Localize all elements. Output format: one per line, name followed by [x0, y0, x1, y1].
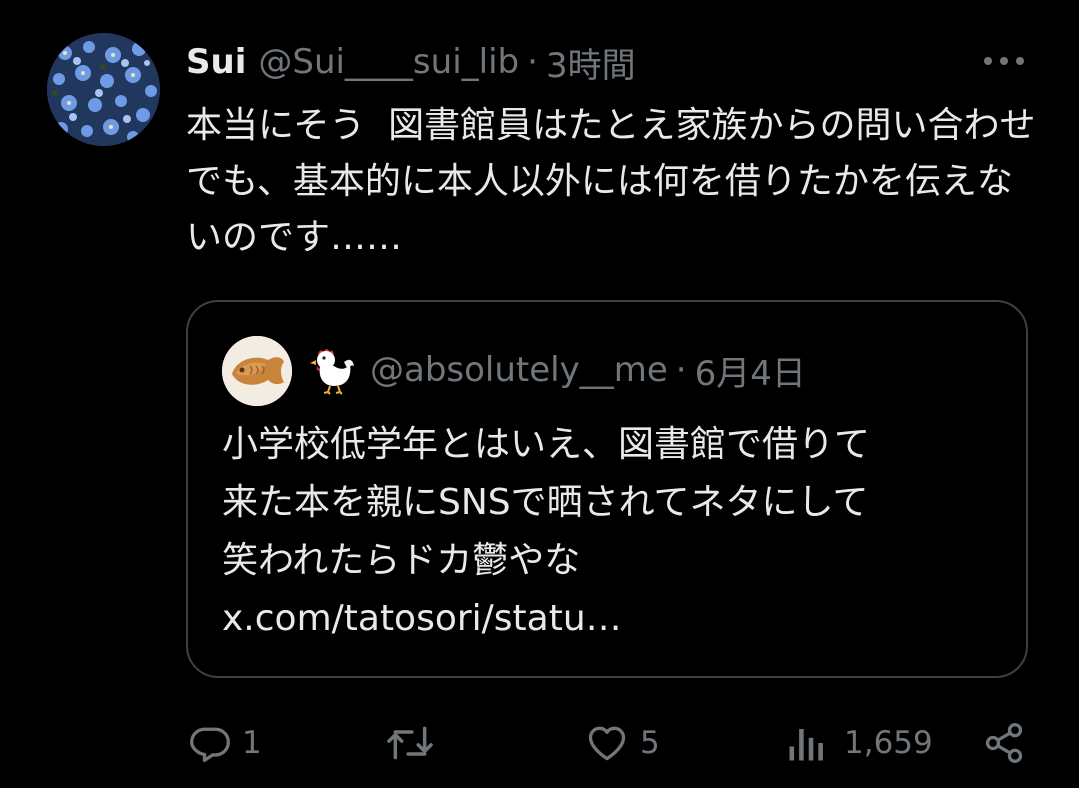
more-options-button[interactable] [980, 48, 1028, 74]
analytics-bar-chart-icon [789, 729, 823, 761]
repost-icon [387, 726, 433, 760]
taiyaki-avatar-icon [222, 336, 292, 406]
views-count: 1,659 [844, 725, 933, 761]
quoted-tweet-date[interactable]: 6月4日 [695, 346, 806, 395]
like-button[interactable]: 5 [584, 719, 660, 767]
quoted-tweet-header: @absolutely__me · 6月4日 [304, 346, 806, 395]
views-button[interactable]: 1,659 [786, 719, 933, 767]
heart-icon [588, 726, 626, 761]
quoted-author-handle[interactable]: @absolutely__me [370, 350, 668, 390]
quoted-tweet-text: 小学校低学年とはいえ、図書館で借りて 来た本を親にSNSで晒されてネタにして 笑… [222, 424, 871, 581]
tweet-text: 本当にそう 図書館員はたとえ家族からの問い合わせでも、基本的に本人以外には何を借… [186, 105, 1036, 258]
reply-button[interactable]: 1 [188, 719, 262, 767]
quoted-separator-dot: · [675, 350, 687, 390]
share-button[interactable] [982, 719, 1026, 767]
author-handle[interactable]: @Sui____sui_lib [258, 42, 519, 82]
author-name[interactable]: Sui [186, 42, 246, 82]
reply-icon [190, 727, 230, 763]
tweet-timestamp[interactable]: 3時間 [546, 38, 636, 87]
chicken-emoji-icon [310, 349, 354, 395]
author-avatar[interactable] [47, 33, 160, 146]
more-dots-icon [984, 57, 1024, 65]
separator-dot: · [527, 42, 538, 82]
quoted-tweet[interactable]: @absolutely__me · 6月4日 小学校低学年とはいえ、図書館で借り… [186, 300, 1028, 678]
quoted-author-avatar[interactable] [222, 336, 292, 406]
share-icon [985, 723, 1023, 763]
blue-flowers-avatar-icon [47, 33, 160, 146]
reply-count: 1 [242, 725, 262, 761]
like-count: 5 [640, 725, 660, 761]
repost-button[interactable] [385, 719, 445, 767]
tweet-header: Sui @Sui____sui_lib · 3時間 [186, 38, 636, 86]
quoted-tweet-link[interactable]: x.com/tatosori/statu… [222, 590, 622, 648]
